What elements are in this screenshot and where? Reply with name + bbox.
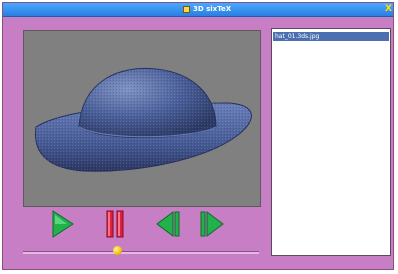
step-forward-button[interactable] xyxy=(199,208,227,240)
app-icon xyxy=(183,6,190,13)
step-back-icon xyxy=(156,211,180,237)
step-forward-icon xyxy=(200,211,224,237)
play-icon xyxy=(52,210,74,238)
3d-viewport[interactable] xyxy=(23,30,261,207)
timeline-thumb[interactable] xyxy=(112,246,122,255)
pause-button[interactable] xyxy=(101,208,129,240)
pause-icon xyxy=(106,210,124,238)
step-back-button[interactable] xyxy=(153,208,181,240)
timeline-track[interactable] xyxy=(23,251,259,254)
file-list[interactable]: hat_01.3ds.jpg xyxy=(271,28,391,256)
title-bar: 3D sixTeX X xyxy=(3,3,393,17)
app-window: 3D sixTeX X hat_01.3ds.jpg xyxy=(2,2,394,270)
playback-controls xyxy=(3,208,267,248)
hat-3d-model xyxy=(35,67,252,172)
list-item[interactable]: hat_01.3ds.jpg xyxy=(273,32,389,41)
close-icon[interactable]: X xyxy=(385,3,392,16)
window-title: 3D sixTeX xyxy=(193,5,232,13)
play-button[interactable] xyxy=(49,208,77,240)
